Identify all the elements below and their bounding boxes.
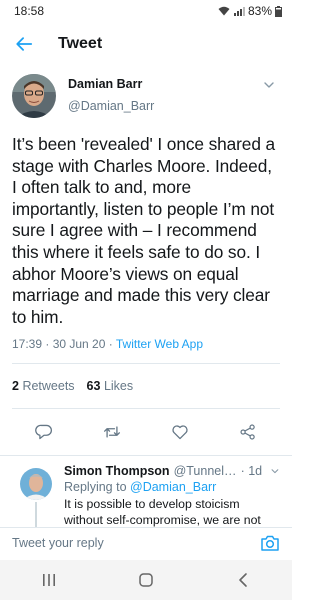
reply-icon [35, 425, 52, 440]
back-arrow-icon [16, 37, 33, 51]
tweet-author-row: Damian Barr @Damian_Barr [12, 74, 280, 118]
tweet-timestamp: 17:39 · 30 Jun 20 · [12, 337, 116, 352]
main-tweet: Damian Barr @Damian_Barr It’s been 'reve… [0, 66, 292, 351]
author-handle[interactable]: @Damian_Barr [68, 99, 154, 113]
author-avatar[interactable] [12, 74, 56, 118]
likes-label: Likes [103, 379, 134, 394]
replying-to: Replying to @Damian_Barr [64, 480, 280, 494]
reply-author-handle[interactable]: @Tunnelbre... [174, 464, 239, 478]
home-icon [139, 573, 153, 587]
status-icons: 83% [218, 4, 282, 18]
share-icon [240, 424, 255, 440]
likes-stat[interactable]: 63 Likes [87, 379, 134, 393]
camera-icon[interactable] [260, 534, 280, 552]
reply-input[interactable]: Tweet your reply [12, 536, 104, 550]
share-button[interactable] [237, 421, 259, 443]
like-icon [172, 425, 188, 440]
replying-to-handle[interactable]: @Damian_Barr [130, 480, 216, 494]
back-button[interactable] [12, 32, 36, 56]
tweet-source-link[interactable]: Twitter Web App [116, 337, 203, 351]
replying-to-prefix: Replying to [64, 480, 131, 495]
reply-author-name[interactable]: Simon Thompson [64, 464, 170, 478]
page-title: Tweet [58, 35, 103, 52]
battery-icon [275, 5, 282, 17]
status-bar: 18:58 83% [0, 0, 292, 22]
reply-button[interactable] [33, 421, 55, 443]
retweets-label: Retweets [22, 379, 75, 394]
reply-time: · 1d [240, 464, 263, 479]
reply-header: Simon Thompson @Tunnelbre... · 1d [64, 464, 280, 478]
home-button[interactable] [126, 565, 166, 595]
signal-icon [233, 7, 245, 16]
retweet-button[interactable] [101, 421, 123, 443]
recent-apps-button[interactable] [29, 565, 69, 595]
author-info: Damian Barr @Damian_Barr [68, 74, 154, 113]
author-name[interactable]: Damian Barr [68, 77, 154, 91]
system-back-button[interactable] [223, 565, 263, 595]
app-header: Tweet [0, 22, 292, 66]
status-time: 18:58 [14, 4, 45, 18]
like-button[interactable] [169, 421, 191, 443]
tweet-meta: 17:39 · 30 Jun 20 · Twitter Web App [12, 337, 280, 351]
tweet-text: It’s been 'revealed' I once shared a sta… [12, 134, 276, 327]
retweets-stat[interactable]: 2 Retweets [12, 379, 75, 393]
likes-count: 63 [86, 379, 101, 394]
tweet-actions [0, 409, 292, 455]
system-nav-bar [0, 560, 292, 600]
retweet-icon [103, 426, 121, 438]
reply-compose-bar: Tweet your reply [0, 527, 292, 557]
recent-apps-icon [42, 574, 55, 586]
battery-percent: 83% [247, 4, 272, 18]
tweet-stats: 2 Retweets 63 Likes [12, 364, 280, 408]
wifi-icon [218, 6, 230, 16]
reply-avatar[interactable] [20, 468, 52, 501]
back-icon [239, 573, 248, 587]
retweets-count: 2 [12, 379, 19, 394]
chevron-down-icon[interactable] [262, 78, 276, 92]
chevron-down-icon[interactable] [270, 465, 280, 477]
